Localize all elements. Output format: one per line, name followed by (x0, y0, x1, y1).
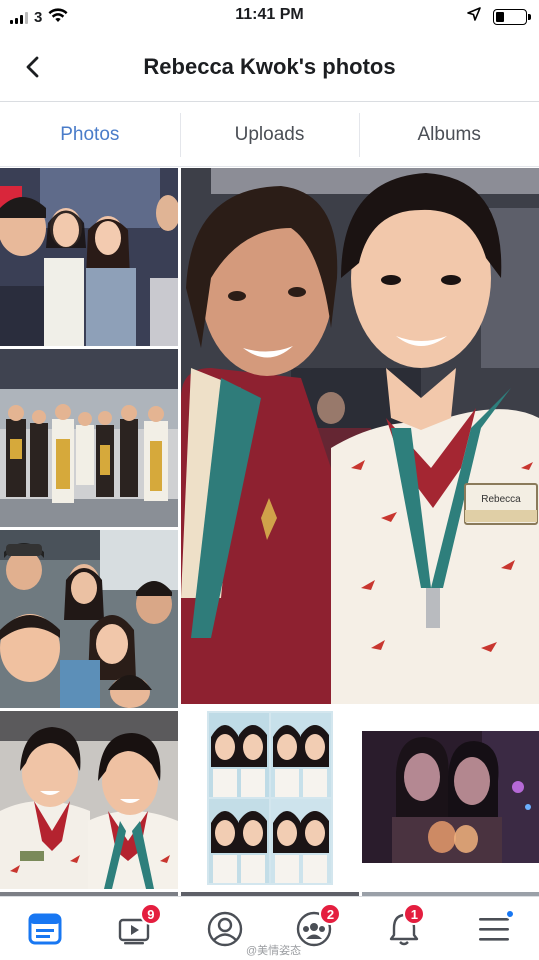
photo-featured-selfie-flight-attendants[interactable]: Rebecca (181, 168, 539, 704)
profile-icon (207, 911, 242, 946)
location-arrow-icon (467, 7, 481, 26)
app-header: Rebecca Kwok's photos (0, 32, 539, 102)
watermark: @美情姿态 (246, 945, 302, 957)
news-feed-icon (28, 913, 62, 944)
menu-icon (479, 917, 510, 941)
status-bar: 3 11:41 PM (0, 0, 539, 32)
photo-grid: Rebecca (0, 168, 539, 896)
photo-collage[interactable] (181, 707, 359, 889)
tab-photos[interactable]: Photos (0, 103, 180, 166)
nav-watch[interactable]: 9 (90, 897, 180, 960)
watch-badge: 9 (139, 903, 162, 925)
photo-night-drinks[interactable] (362, 707, 539, 889)
notifications-badge: 1 (403, 903, 426, 925)
photo-group-selfie-friends[interactable] (0, 530, 178, 708)
photo-group-selfie-event[interactable] (0, 168, 178, 346)
tab-albums[interactable]: Albums (359, 103, 539, 166)
tab-uploads[interactable]: Uploads (179, 103, 360, 166)
nav-menu[interactable] (449, 897, 539, 960)
page-title: Rebecca Kwok's photos (143, 54, 396, 79)
battery-icon (493, 8, 531, 25)
photo-costume-group[interactable] (0, 349, 178, 527)
menu-notification-dot (505, 909, 516, 919)
groups-badge: 2 (319, 903, 342, 925)
status-time: 11:41 PM (235, 6, 304, 23)
name-badge-text: Rebecca (481, 494, 521, 505)
status-right (467, 7, 531, 26)
photo-selfie-two-flight-attendants[interactable] (0, 711, 178, 889)
nav-notifications[interactable]: 1 (359, 897, 449, 960)
nav-news-feed[interactable] (0, 897, 90, 960)
photo-tabs: Photos Uploads Albums (0, 103, 539, 167)
